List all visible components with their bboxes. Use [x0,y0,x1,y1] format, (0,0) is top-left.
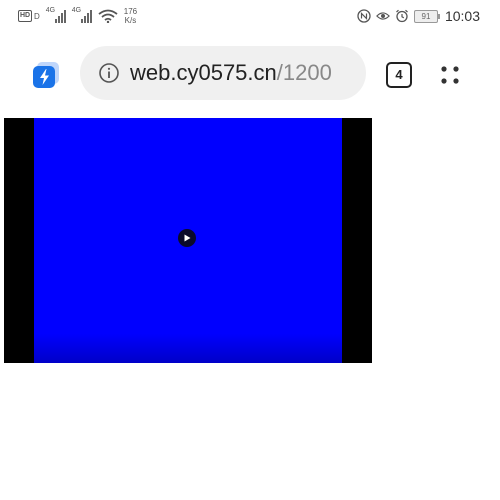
signal-icon: 4G [71,7,92,23]
play-icon[interactable] [178,229,196,247]
alarm-icon [396,9,408,23]
status-right: 91 10:03 [357,6,480,26]
nfc-icon [357,9,371,23]
status-bar: HD D 4G 4G 176 K/s 91 10:03 [0,0,500,32]
eye-icon [376,12,390,20]
hd-suffix: D [34,11,40,21]
info-icon[interactable] [98,62,120,84]
address-bar[interactable]: web.cy0575.cn/1200 [80,46,366,100]
network-gen-label: 4G [45,7,56,14]
hd-icon: HD D [18,10,40,22]
clock: 10:03 [444,8,480,24]
browser-toolbar: web.cy0575.cn/1200 4 [0,44,500,102]
network-speed: 176 K/s [124,7,137,25]
network-gen-label: 4G [71,7,82,14]
url-host: web.cy0575.cn [130,60,277,85]
speed-unit: K/s [124,16,137,25]
wifi-icon [98,9,118,23]
more-menu-icon[interactable] [436,61,464,89]
battery-level: 91 [421,11,431,21]
lightning-app-icon[interactable] [31,60,61,90]
speed-value: 176 [123,7,138,16]
hd-label: HD [18,10,32,22]
url-path: /1200 [276,60,332,85]
tabs-icon[interactable]: 4 [386,62,412,88]
battery-icon: 91 [413,9,440,23]
signal-icon: 4G [45,7,66,23]
status-left: HD D 4G 4G 176 K/s [18,6,137,26]
url-text[interactable]: web.cy0575.cn/1200 [130,60,355,86]
tab-count: 4 [395,67,403,82]
